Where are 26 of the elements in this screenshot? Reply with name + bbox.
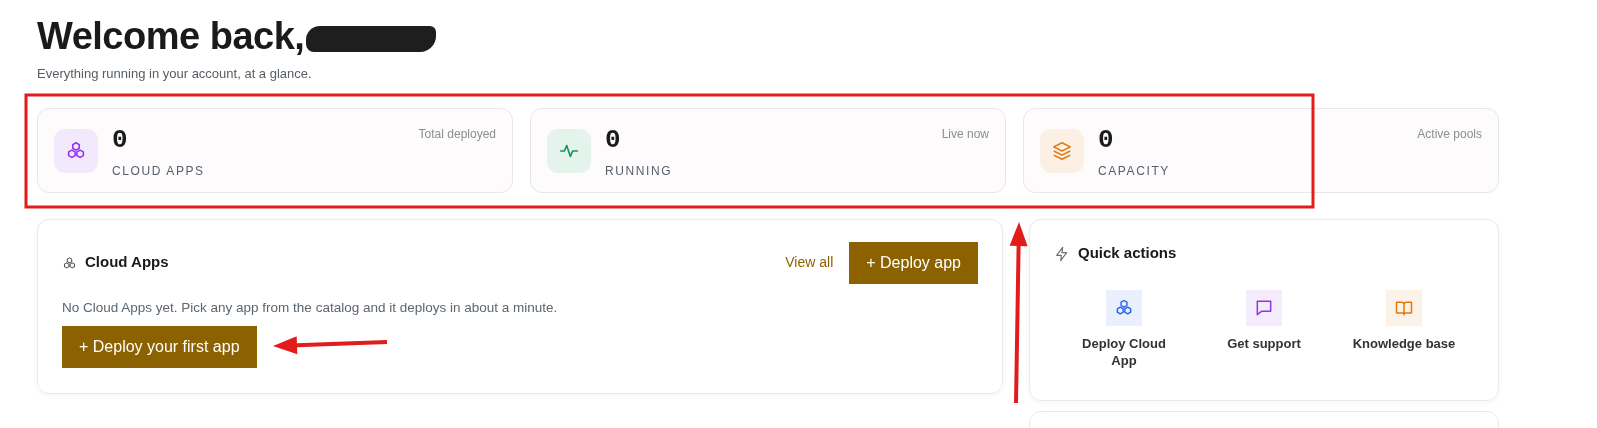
stat-value: 0	[605, 126, 622, 153]
stat-caption: Active pools	[1417, 125, 1482, 143]
stat-value: 0	[112, 126, 129, 153]
page-title: Welcome back,	[37, 14, 305, 58]
panel-title: Cloud Apps	[85, 252, 169, 273]
view-all-link[interactable]: View all	[785, 252, 834, 273]
stat-caption: Live now	[941, 125, 989, 143]
lightning-icon	[1054, 246, 1070, 263]
layers-icon	[1051, 139, 1073, 162]
stat-value: 0	[1098, 126, 1115, 153]
action-icon-tile[interactable]	[1106, 289, 1142, 326]
stat-label: CAPACITY	[1098, 162, 1170, 180]
quick-action-label[interactable]: Deploy Cloud App	[1068, 334, 1180, 369]
stat-caption: Total deployed	[418, 125, 496, 143]
action-icon-tile[interactable]	[1246, 289, 1282, 326]
stat-label: RUNNING	[605, 162, 673, 180]
quick-action-label[interactable]: Get support	[1227, 334, 1301, 352]
cubes-icon	[62, 255, 77, 271]
action-icon-tile[interactable]	[1386, 289, 1422, 326]
empty-state-text: No Cloud Apps yet. Pick any app from the catalog and it deploys in about a minute.	[62, 298, 559, 317]
deploy-first-app-button[interactable]: + Deploy your first app	[62, 325, 257, 368]
panel-title: Quick actions	[1078, 243, 1177, 264]
page-subtitle: Everything running in your account, at a glance.	[37, 65, 313, 83]
deploy-app-button[interactable]: + Deploy app	[849, 241, 978, 284]
stat-label: CLOUD APPS	[112, 162, 205, 180]
quick-action-label[interactable]: Knowledge base	[1352, 334, 1456, 352]
